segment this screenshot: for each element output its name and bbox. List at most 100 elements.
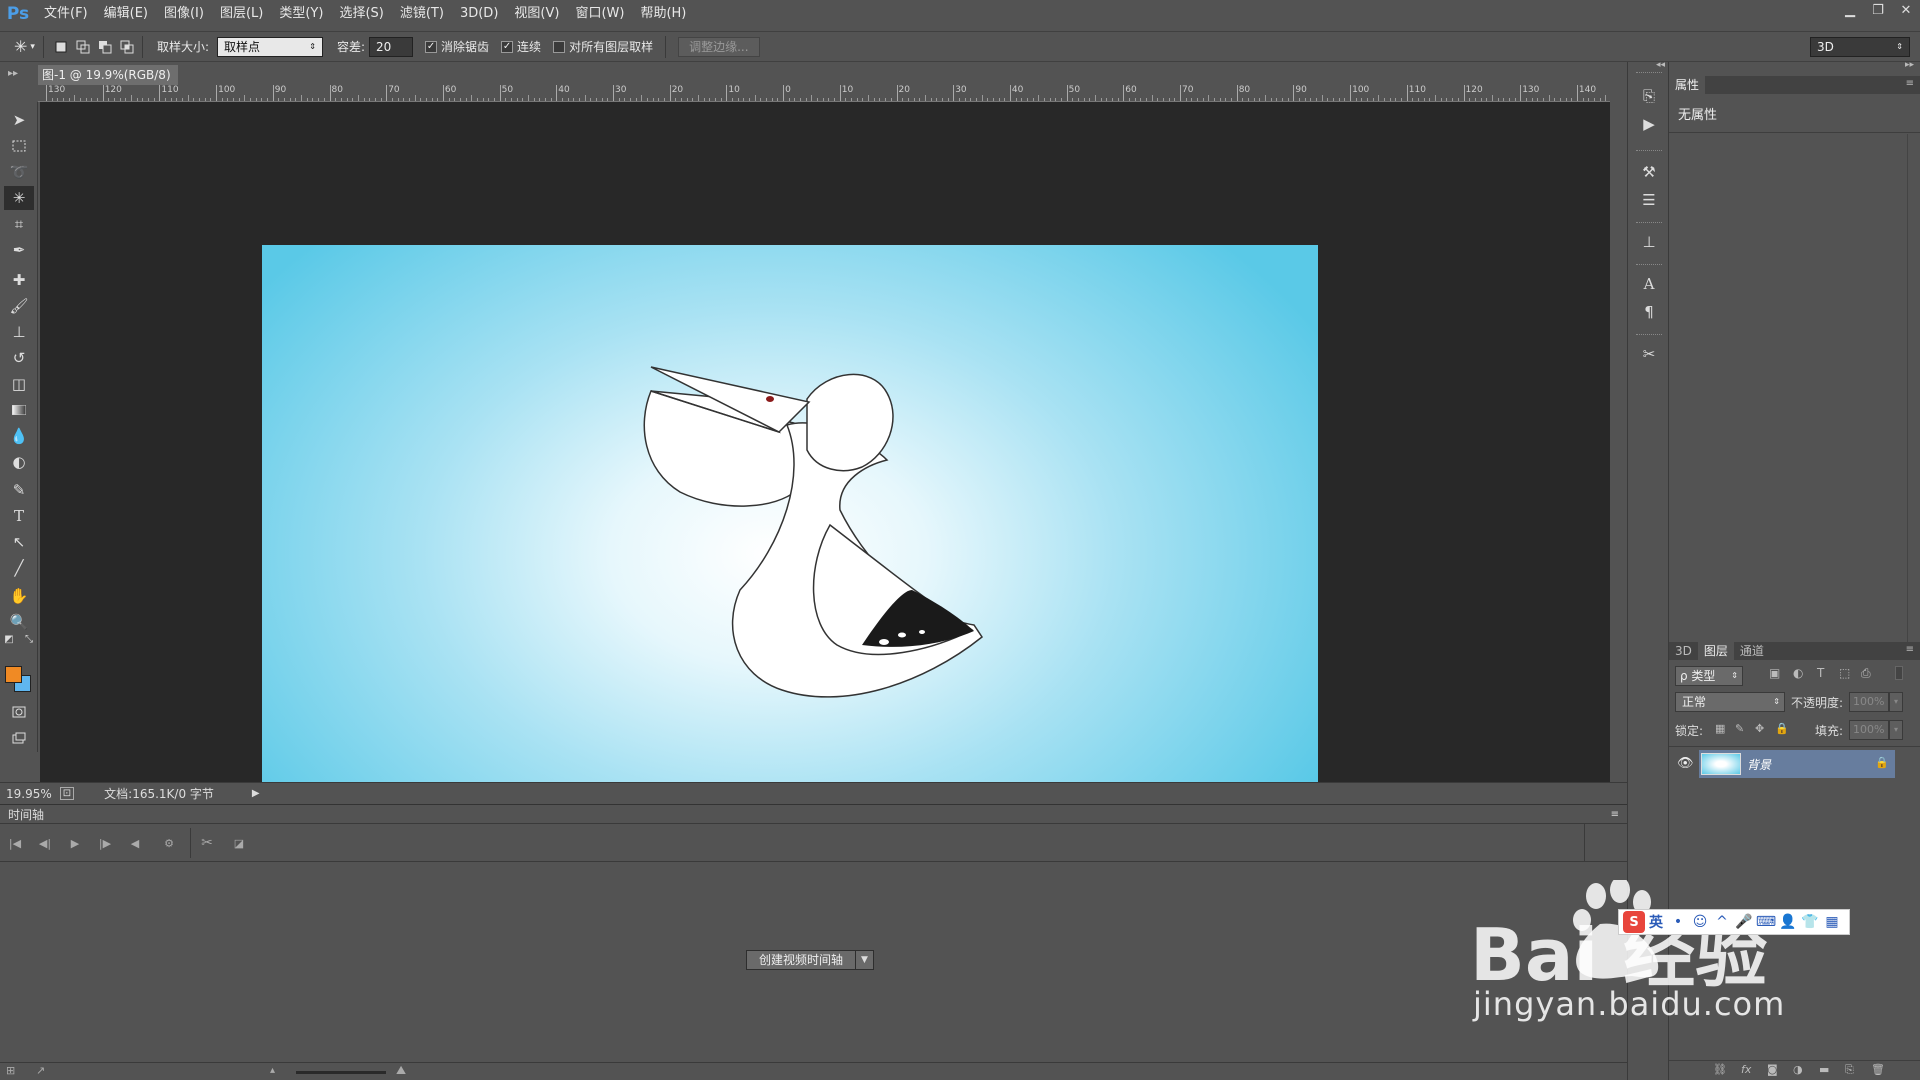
refine-edge-button[interactable]: 调整边缘...: [678, 36, 760, 57]
opacity-dropdown-icon[interactable]: ▾: [1889, 692, 1903, 712]
menu-help[interactable]: 帮助(H): [632, 0, 694, 28]
filter-adjustment-icon[interactable]: ◐: [1793, 666, 1803, 680]
lock-position-icon[interactable]: ✥: [1755, 722, 1764, 735]
eyedropper-tool-icon[interactable]: ✒: [4, 238, 34, 262]
move-tool-icon[interactable]: ➤: [4, 108, 34, 132]
history-brush-tool-icon[interactable]: ↺: [4, 346, 34, 370]
collapse-arrows-icon[interactable]: ▸▸: [1905, 60, 1914, 70]
path-selection-tool-icon[interactable]: ↖: [4, 530, 34, 554]
delete-layer-trash-icon[interactable]: 🗑: [1871, 1063, 1885, 1076]
default-colors-icon[interactable]: ◩: [2, 632, 16, 646]
settings-gear-icon[interactable]: ⚙: [158, 832, 180, 854]
zoom-slider[interactable]: [296, 1071, 386, 1074]
type-tool-icon[interactable]: T: [4, 504, 34, 528]
filter-shape-icon[interactable]: ⬚: [1839, 666, 1850, 680]
adjustments-icon[interactable]: ☰: [1637, 188, 1661, 212]
lock-pixels-icon[interactable]: ✎: [1735, 722, 1744, 735]
selection-mode-subtract-icon[interactable]: [98, 40, 112, 54]
filter-toggle[interactable]: [1895, 666, 1903, 680]
zoom-tool-icon[interactable]: 🔍: [4, 610, 34, 634]
antialias-checkbox[interactable]: ✓ 消除锯齿: [425, 38, 489, 55]
layer-name[interactable]: 背景: [1747, 756, 1771, 773]
layer-filter-select[interactable]: ρ 类型 ⇕: [1675, 666, 1743, 686]
sample-all-layers-checkbox[interactable]: 对所有图层取样: [553, 38, 653, 55]
next-frame-icon[interactable]: |▶: [94, 832, 116, 854]
panel-collapse-icon[interactable]: ▸▸: [8, 68, 18, 79]
convert-icon[interactable]: ↗: [36, 1064, 45, 1077]
selection-mode-intersect-icon[interactable]: [120, 40, 134, 54]
clone-stamp-tool-icon[interactable]: ⊥: [4, 320, 34, 344]
tolerance-input[interactable]: 20: [369, 36, 414, 57]
restore-button[interactable]: ❐: [1864, 0, 1892, 20]
create-video-timeline-label[interactable]: 创建视频时间轴: [746, 950, 857, 970]
tab-3d[interactable]: 3D: [1669, 642, 1698, 660]
document-tab[interactable]: 图-1 @ 19.9%(RGB/8) ×: [38, 65, 178, 85]
filter-pixel-icon[interactable]: ▣: [1769, 666, 1780, 680]
brush-presets-icon[interactable]: ⚒: [1637, 160, 1661, 184]
emoji-icon[interactable]: ☺: [1689, 911, 1711, 933]
menu-window[interactable]: 窗口(W): [567, 0, 632, 28]
opacity-input[interactable]: 100%: [1849, 692, 1889, 712]
symbols-icon[interactable]: ^: [1711, 911, 1733, 933]
tolerance-value[interactable]: 20: [369, 36, 414, 57]
foreground-color-swatch[interactable]: [5, 666, 22, 683]
zoom-out-mountain-icon[interactable]: ▴: [270, 1065, 275, 1076]
healing-brush-tool-icon[interactable]: ✚: [4, 268, 34, 292]
magic-wand-preset-icon[interactable]: ✳ ▾: [14, 37, 35, 56]
chevron-down-icon[interactable]: ▼: [856, 950, 875, 970]
pen-tool-icon[interactable]: ✎: [4, 478, 34, 502]
new-group-folder-icon[interactable]: ▬: [1819, 1063, 1829, 1076]
go-to-first-frame-icon[interactable]: |◀: [4, 832, 26, 854]
audio-icon[interactable]: ◀: [124, 832, 146, 854]
punctuation-icon[interactable]: •: [1667, 911, 1689, 933]
selection-mode-add-icon[interactable]: [76, 40, 90, 54]
panel-menu-icon[interactable]: ≡: [1906, 644, 1914, 655]
menu-select[interactable]: 选择(S): [331, 0, 391, 28]
menu-filter[interactable]: 滤镜(T): [392, 0, 452, 28]
panel-menu-icon[interactable]: ≡: [1906, 78, 1914, 89]
transition-icon[interactable]: ◪: [228, 832, 250, 854]
keyboard-icon[interactable]: ⌨: [1755, 911, 1777, 933]
sogou-logo-icon[interactable]: S: [1623, 911, 1645, 933]
filter-type-icon[interactable]: T: [1817, 666, 1824, 680]
contiguous-checkbox[interactable]: ✓ 连续: [501, 38, 541, 55]
user-icon[interactable]: 👤: [1777, 911, 1799, 933]
fill-input[interactable]: 100%: [1849, 720, 1889, 740]
skin-shirt-icon[interactable]: 👕: [1799, 911, 1821, 933]
tab-properties[interactable]: 属性: [1669, 76, 1706, 94]
lock-all-icon[interactable]: 🔒: [1775, 722, 1789, 735]
clone-source-icon[interactable]: ⊥: [1637, 230, 1661, 254]
line-tool-icon[interactable]: ╱: [4, 556, 34, 580]
artboard[interactable]: [262, 245, 1318, 839]
layer-row-background[interactable]: 背景 🔒: [1699, 750, 1895, 778]
character-panel-icon[interactable]: A: [1637, 272, 1661, 296]
timeline-title[interactable]: 时间轴: [8, 808, 44, 822]
lock-transparent-icon[interactable]: ▦: [1715, 722, 1725, 735]
gradient-tool-icon[interactable]: [4, 398, 34, 422]
properties-scrollbar[interactable]: [1907, 134, 1919, 642]
canvas-vertical-scrollbar[interactable]: [1610, 85, 1627, 782]
new-layer-icon[interactable]: ⎘: [1845, 1063, 1854, 1077]
tab-layers[interactable]: 图层: [1697, 642, 1734, 660]
marquee-tool-icon[interactable]: [4, 134, 34, 158]
previous-frame-icon[interactable]: ◀|: [34, 832, 56, 854]
sample-size-select[interactable]: 取样点 ⇕: [216, 36, 323, 57]
hand-tool-icon[interactable]: ✋: [4, 584, 34, 608]
tab-channels[interactable]: 通道: [1734, 642, 1770, 660]
workspace-select[interactable]: 3D ⇕: [1810, 36, 1910, 57]
menu-3d[interactable]: 3D(D): [452, 0, 506, 28]
screen-mode-icon[interactable]: [4, 726, 34, 750]
play-icon[interactable]: ▶: [64, 832, 86, 854]
quick-mask-icon[interactable]: [4, 700, 34, 724]
add-mask-icon[interactable]: ◙: [1767, 1063, 1778, 1076]
menu-type[interactable]: 类型(Y): [271, 0, 331, 28]
magic-wand-tool-icon[interactable]: ✳: [4, 186, 34, 210]
create-video-timeline-button[interactable]: 创建视频时间轴 ▼: [746, 950, 875, 970]
minimize-button[interactable]: ▁: [1836, 0, 1864, 20]
filter-smart-object-icon[interactable]: ⎙: [1861, 666, 1871, 681]
toolbox-grid-icon[interactable]: ▦: [1821, 911, 1843, 933]
close-button[interactable]: ✕: [1892, 0, 1920, 20]
panel-menu-icon[interactable]: ≡: [1611, 805, 1619, 825]
microphone-icon[interactable]: 🎤: [1733, 911, 1755, 933]
lasso-tool-icon[interactable]: ➰: [4, 160, 34, 184]
